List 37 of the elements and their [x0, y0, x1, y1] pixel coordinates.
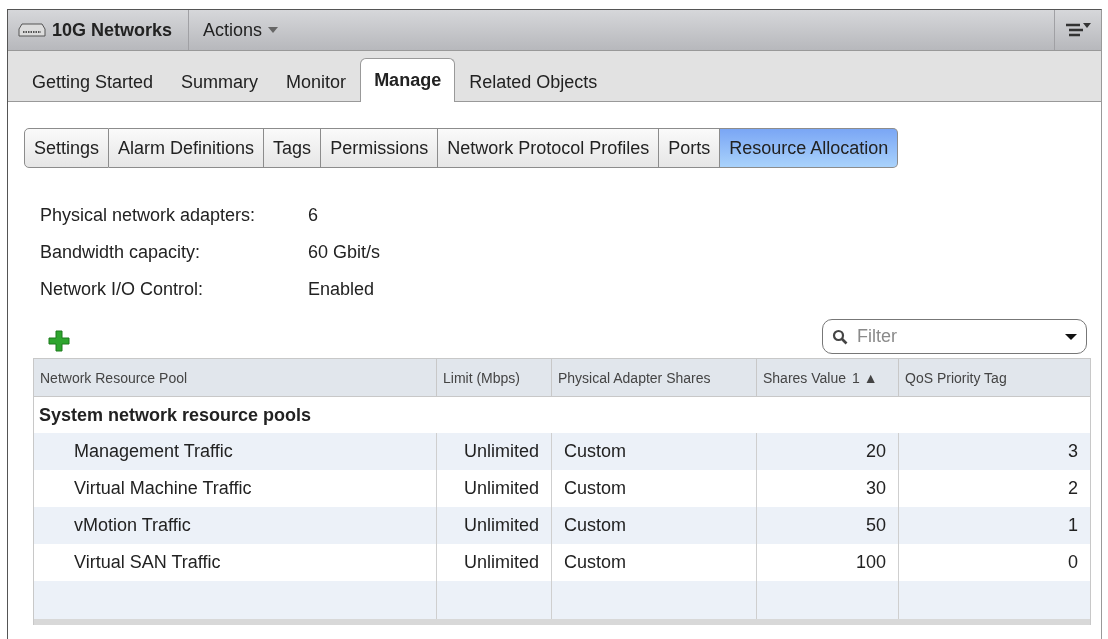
info-label: Network I/O Control:	[40, 278, 205, 300]
column-header[interactable]: Shares Value 1 ▲	[757, 359, 899, 396]
sub-tab[interactable]: Ports	[659, 128, 721, 168]
caret-icon[interactable]	[1065, 333, 1077, 340]
info-label: Bandwidth capacity:	[40, 241, 202, 263]
column-header[interactable]: QoS Priority Tag	[899, 359, 1090, 396]
column-header[interactable]: Limit (Mbps)	[437, 359, 552, 396]
network-switch-icon	[18, 23, 46, 37]
info-value: 60 Gbit/s	[308, 241, 382, 263]
info-value: Enabled	[308, 278, 376, 300]
tab[interactable]: Summary	[167, 62, 273, 102]
caret-icon	[268, 27, 279, 33]
tab[interactable]: Manage	[360, 58, 456, 102]
table-cell-text: 3	[1067, 440, 1079, 463]
tab[interactable]: Monitor	[272, 62, 361, 102]
table-cell-text: 2	[1067, 477, 1079, 500]
search-icon	[832, 328, 848, 345]
info-label: Physical network adapters:	[40, 204, 257, 226]
sub-tab[interactable]: Network Protocol Profiles	[438, 128, 660, 168]
sub-tab[interactable]: Settings	[24, 128, 110, 168]
tab[interactable]: Related Objects	[455, 62, 612, 102]
info-value: 6	[308, 204, 319, 226]
sub-tab[interactable]: Resource Allocation	[720, 128, 899, 168]
tab[interactable]: Getting Started	[18, 62, 168, 102]
sub-tab[interactable]: Alarm Definitions	[109, 128, 265, 168]
actions-menu[interactable]: Actions	[189, 19, 293, 41]
sub-tab[interactable]: Permissions	[321, 128, 439, 168]
filter-field[interactable]: Filter	[822, 319, 1087, 354]
table-cell-text: 1	[1067, 514, 1079, 537]
column-header[interactable]: Physical Adapter Shares	[552, 359, 757, 396]
sub-tab[interactable]: Tags	[264, 128, 322, 168]
column-header[interactable]: Network Resource Pool	[34, 359, 437, 396]
table-cell-text: 0	[1067, 551, 1079, 574]
group-heading: System network resource pools	[39, 404, 312, 426]
object-title: 10G Networks	[51, 19, 174, 41]
add-icon[interactable]	[48, 330, 70, 352]
sort-indicator: 1 ▲	[852, 369, 878, 386]
